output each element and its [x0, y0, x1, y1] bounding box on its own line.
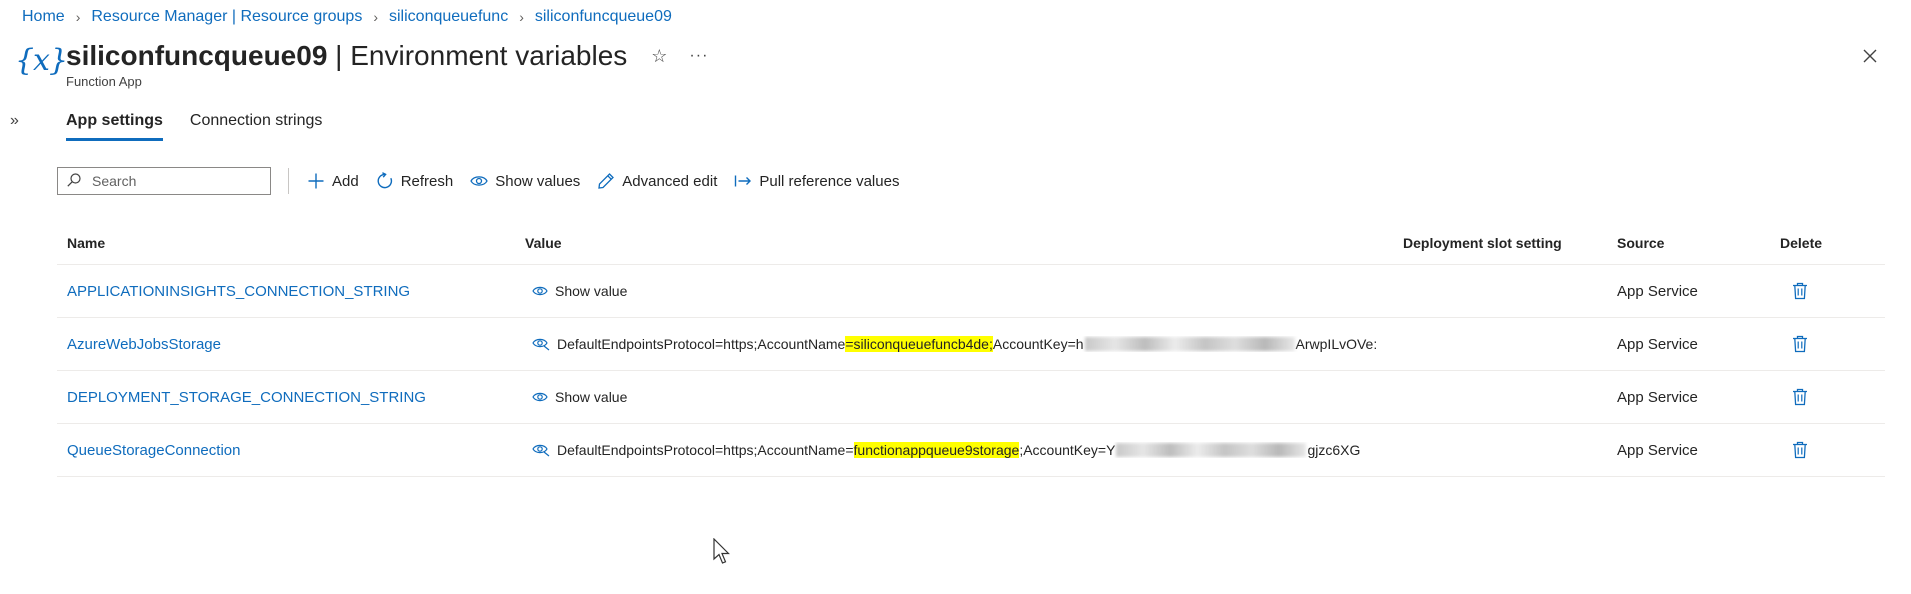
hide-value-icon[interactable] — [532, 443, 550, 457]
tab-bar: App settings Connection strings — [66, 112, 349, 141]
value-key-label: ;AccountKey=Y — [1019, 442, 1116, 458]
table-row: DEPLOYMENT_STORAGE_CONNECTION_STRING Sho… — [57, 371, 1885, 424]
page-name: Environment variables — [350, 40, 628, 71]
redacted-key — [1084, 337, 1295, 351]
breadcrumb: Home › Resource Manager | Resource group… — [22, 8, 672, 26]
advanced-edit-label: Advanced edit — [622, 172, 718, 190]
eye-icon — [532, 285, 548, 297]
more-options-icon[interactable]: ··· — [689, 38, 708, 74]
advanced-edit-button[interactable]: Advanced edit — [597, 172, 717, 190]
close-icon[interactable] — [1856, 42, 1884, 70]
refresh-button[interactable]: Refresh — [376, 172, 454, 190]
setting-name-link[interactable]: AzureWebJobsStorage — [67, 336, 221, 353]
tab-app-settings[interactable]: App settings — [66, 112, 163, 141]
eye-icon — [532, 391, 548, 403]
command-bar: Add Refresh Show values Advanced edit Pu… — [57, 167, 916, 195]
breadcrumb-home[interactable]: Home — [22, 8, 65, 26]
setting-name-link[interactable]: QueueStorageConnection — [67, 442, 240, 459]
highlighted-account-name: =siliconqueuefuncb4de; — [845, 336, 993, 352]
chevron-right-icon: › — [75, 9, 81, 25]
setting-value: DefaultEndpointsProtocol=https;AccountNa… — [557, 336, 1397, 352]
show-value-label: Show value — [555, 283, 628, 299]
search-box[interactable] — [57, 167, 271, 195]
chevron-right-icon: › — [519, 9, 524, 25]
trash-icon[interactable] — [1792, 388, 1885, 406]
expand-menu-icon[interactable]: » — [10, 112, 19, 130]
value-suffix: ArwpILvOVe: — [1295, 336, 1378, 352]
column-header-value[interactable]: Value — [507, 235, 1397, 251]
page-title: siliconfuncqueue09 | Environment variabl… — [66, 38, 627, 74]
source-cell: App Service — [1617, 388, 1698, 406]
show-value-button[interactable]: Show value — [532, 283, 627, 299]
environment-variables-icon: {x} — [14, 42, 68, 78]
mouse-cursor-icon — [713, 537, 733, 569]
grid-header-row: Name Value Deployment slot setting Sourc… — [57, 221, 1885, 265]
column-header-delete: Delete — [1780, 234, 1823, 251]
refresh-label: Refresh — [400, 172, 454, 190]
highlighted-account-name: functionappqueue9storage — [853, 442, 1020, 458]
pull-reference-values-label: Pull reference values — [759, 172, 900, 190]
tab-connection-strings[interactable]: Connection strings — [190, 112, 323, 141]
pencil-icon — [597, 172, 615, 190]
eye-icon — [470, 174, 488, 188]
breadcrumb-resource-group[interactable]: siliconqueuefunc — [389, 8, 508, 26]
value-key-label: AccountKey=h — [992, 336, 1084, 352]
add-button[interactable]: Add — [307, 172, 359, 190]
trash-icon[interactable] — [1792, 441, 1885, 459]
refresh-icon — [376, 172, 394, 190]
column-header-name[interactable]: Name — [57, 235, 507, 251]
column-header-deployment-slot[interactable]: Deployment slot setting — [1397, 235, 1617, 251]
resource-name: siliconfuncqueue09 — [66, 40, 328, 71]
star-icon[interactable]: ☆ — [651, 38, 667, 74]
app-settings-grid: Name Value Deployment slot setting Sourc… — [57, 221, 1885, 477]
page-header: {x} siliconfuncqueue09 | Environment var… — [14, 38, 708, 89]
show-values-button[interactable]: Show values — [470, 173, 580, 190]
redacted-key — [1116, 443, 1307, 457]
search-input[interactable] — [92, 173, 262, 189]
show-value-button[interactable]: Show value — [532, 389, 627, 405]
search-icon — [66, 172, 82, 191]
value-prefix: DefaultEndpointsProtocol=https;AccountNa… — [557, 336, 846, 352]
source-cell: App Service — [1617, 335, 1698, 353]
breadcrumb-resource-groups[interactable]: Resource Manager | Resource groups — [91, 8, 362, 26]
trash-icon[interactable] — [1792, 282, 1885, 300]
source-cell: App Service — [1617, 282, 1698, 300]
table-row: APPLICATIONINSIGHTS_CONNECTION_STRING Sh… — [57, 265, 1885, 318]
show-values-label: Show values — [495, 172, 581, 190]
chevron-right-icon: › — [373, 9, 378, 25]
toolbar-divider — [288, 168, 289, 194]
show-value-label: Show value — [555, 389, 628, 405]
pull-reference-values-button[interactable]: Pull reference values — [734, 173, 899, 190]
source-cell: App Service — [1617, 441, 1698, 459]
table-row: AzureWebJobsStorage DefaultEndpointsProt… — [57, 318, 1885, 371]
breadcrumb-function-app[interactable]: siliconfuncqueue09 — [535, 8, 672, 26]
add-label: Add — [332, 172, 359, 190]
title-separator: | — [327, 40, 351, 71]
hide-value-icon[interactable] — [532, 337, 550, 351]
column-header-source[interactable]: Source — [1617, 235, 1780, 251]
setting-name-link[interactable]: DEPLOYMENT_STORAGE_CONNECTION_STRING — [67, 389, 426, 406]
add-icon — [307, 172, 325, 190]
title-line: siliconfuncqueue09 | Environment variabl… — [66, 38, 708, 74]
value-prefix: DefaultEndpointsProtocol=https;AccountNa… — [557, 442, 854, 458]
setting-name-link[interactable]: APPLICATIONINSIGHTS_CONNECTION_STRING — [67, 283, 410, 300]
value-suffix: gjzc6XG — [1307, 442, 1361, 458]
setting-value: DefaultEndpointsProtocol=https;AccountNa… — [557, 442, 1397, 458]
resource-type-subtitle: Function App — [66, 74, 142, 89]
table-row: QueueStorageConnection DefaultEndpointsP… — [57, 424, 1885, 477]
header-titles: siliconfuncqueue09 | Environment variabl… — [66, 38, 708, 89]
pull-arrow-icon — [734, 174, 752, 188]
trash-icon[interactable] — [1792, 335, 1885, 353]
